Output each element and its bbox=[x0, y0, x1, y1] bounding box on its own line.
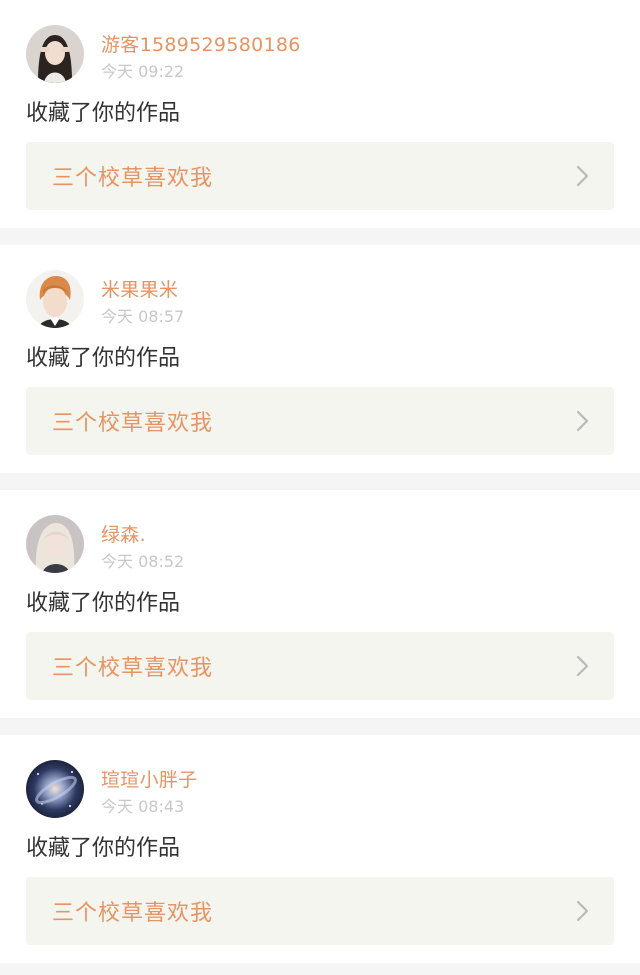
notification-header: 绿森. 今天 08:52 bbox=[26, 490, 614, 586]
timestamp: 今天 08:43 bbox=[101, 797, 185, 816]
work-title: 三个校草喜欢我 bbox=[52, 166, 214, 191]
timestamp: 今天 08:52 bbox=[101, 552, 185, 571]
notification-header: 游客1589529580186 今天 09:22 bbox=[26, 0, 614, 96]
chevron-right-icon bbox=[576, 410, 589, 432]
work-link[interactable]: 三个校草喜欢我 bbox=[26, 877, 614, 945]
action-text: 收藏了你的作品 bbox=[26, 346, 181, 371]
avatar-galaxy-icon[interactable] bbox=[26, 760, 84, 818]
notification-card: 米果果米 今天 08:57 收藏了你的作品 三个校草喜欢我 bbox=[0, 245, 640, 473]
avatar-girl-hands-icon[interactable] bbox=[26, 25, 84, 83]
notification-header: 瑄瑄小胖子 今天 08:43 bbox=[26, 735, 614, 831]
chevron-right-icon bbox=[576, 165, 589, 187]
work-title: 三个校草喜欢我 bbox=[52, 411, 214, 436]
user-name[interactable]: 游客1589529580186 bbox=[101, 30, 301, 57]
work-link[interactable]: 三个校草喜欢我 bbox=[26, 142, 614, 210]
work-title: 三个校草喜欢我 bbox=[52, 901, 214, 926]
action-text: 收藏了你的作品 bbox=[26, 836, 181, 861]
work-title: 三个校草喜欢我 bbox=[52, 656, 214, 681]
timestamp: 今天 08:57 bbox=[101, 307, 185, 326]
avatar-boy-orange-hair-icon[interactable] bbox=[26, 270, 84, 328]
work-link[interactable]: 三个校草喜欢我 bbox=[26, 632, 614, 700]
avatar-blonde-girl-icon[interactable] bbox=[26, 515, 84, 573]
notification-feed: 游客1589529580186 今天 09:22 收藏了你的作品 三个校草喜欢我 bbox=[0, 0, 640, 963]
chevron-right-icon bbox=[576, 655, 589, 677]
notification-card: 瑄瑄小胖子 今天 08:43 收藏了你的作品 三个校草喜欢我 bbox=[0, 735, 640, 963]
user-name[interactable]: 瑄瑄小胖子 bbox=[101, 765, 198, 792]
user-name[interactable]: 米果果米 bbox=[101, 275, 178, 302]
action-text: 收藏了你的作品 bbox=[26, 591, 181, 616]
action-text: 收藏了你的作品 bbox=[26, 101, 181, 126]
user-name[interactable]: 绿森. bbox=[101, 520, 146, 547]
chevron-right-icon bbox=[576, 900, 589, 922]
notification-card: 绿森. 今天 08:52 收藏了你的作品 三个校草喜欢我 bbox=[0, 490, 640, 718]
notification-header: 米果果米 今天 08:57 bbox=[26, 245, 614, 341]
timestamp: 今天 09:22 bbox=[101, 62, 185, 81]
notification-card: 游客1589529580186 今天 09:22 收藏了你的作品 三个校草喜欢我 bbox=[0, 0, 640, 228]
work-link[interactable]: 三个校草喜欢我 bbox=[26, 387, 614, 455]
